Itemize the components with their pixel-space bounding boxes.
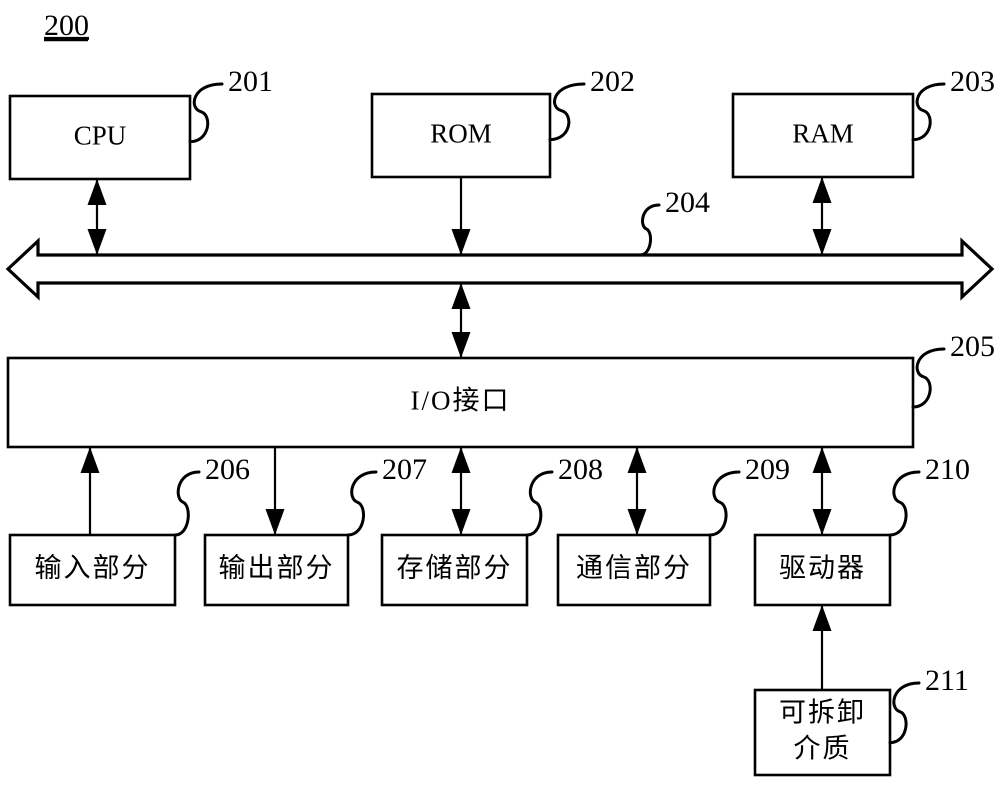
leader-line [911,347,946,409]
block-driver: 驱动器 [753,533,892,607]
reference-number-202: 202 [590,65,635,98]
reference-number-207: 207 [382,453,427,486]
leader-211 [888,681,921,745]
block-cpu: CPU [8,94,192,181]
leader-line [708,470,741,537]
block-label: 输入部分 [35,553,151,583]
arrowhead-up-icon [80,447,100,473]
arrowhead-down-icon [451,229,471,255]
arrowhead-up-icon [451,283,471,309]
block-label-line-1: 可拆卸 [779,698,866,728]
block-storage-part: 存储部分 [380,533,529,607]
connector-bus-io [451,283,471,358]
leader-line [173,470,201,537]
leader-line [911,82,946,142]
block-label: 驱动器 [779,553,866,583]
block-label: ROM [430,119,492,149]
block-input-part: 输入部分 [8,533,177,607]
block-label: I/O接口 [411,386,511,416]
leader-line [188,82,224,144]
block-rom: ROM [370,92,552,179]
reference-number-206: 206 [205,453,250,486]
reference-number-211: 211 [925,664,969,697]
figure-number-label: 200 [44,9,89,42]
reference-number-208: 208 [558,453,603,486]
block-removable-media: 可拆卸介质 [753,688,892,777]
block-label: 通信部分 [576,553,692,583]
connector-rom-bus [451,177,471,255]
block-diagram-canvas: 200 CPU ROM RAM I/O接口输入部分 输出部分 存储部分 通信部分 驱动器可拆卸… [5,9,995,777]
connector-media-driver [812,605,832,690]
leader-202 [548,82,586,142]
block-ram: RAM [731,92,915,179]
arrowhead-down-icon [812,229,832,255]
arrowhead-down-icon [265,509,285,535]
connector-ram-bus [812,177,832,255]
leader-201 [188,82,224,144]
connector-io-driver [812,447,832,535]
block-label: 输出部分 [219,553,335,583]
arrowhead-down-icon [812,509,832,535]
system-bus-group [5,237,995,301]
leader-210 [888,470,921,537]
block-output-part: 输出部分 [203,533,350,607]
leader-line [525,470,554,537]
block-communication-part: 通信部分 [556,533,712,607]
arrowhead-up-icon [812,177,832,203]
reference-number-209: 209 [745,453,790,486]
system-bus-arrow [5,237,995,301]
arrowhead-down-icon [627,509,647,535]
leader-line [346,470,378,537]
connector-io-input [80,447,100,535]
connector-io-output [265,447,285,535]
leader-204 [638,203,661,257]
leader-line [548,82,586,142]
arrowhead-up-icon [812,605,832,631]
arrowhead-up-icon [87,179,107,205]
arrowhead-up-icon [451,447,471,473]
arrowhead-up-icon [627,447,647,473]
block-label-line-2: 介质 [794,734,852,764]
arrowhead-down-icon [87,229,107,255]
leader-208 [525,470,554,537]
leader-line [638,203,661,257]
block-io-interface: I/O接口 [6,356,915,449]
leader-209 [708,470,741,537]
connector-io-communication [627,447,647,535]
arrowhead-down-icon [451,332,471,358]
reference-number-201: 201 [228,65,273,98]
block-label: 存储部分 [397,553,513,583]
reference-number-204: 204 [665,186,710,219]
arrowhead-down-icon [451,509,471,535]
connector-io-storage [451,447,471,535]
reference-number-205: 205 [950,330,995,363]
leader-203 [911,82,946,142]
leader-line [888,681,921,745]
block-label: RAM [792,119,854,149]
connector-cpu-bus [87,179,107,255]
reference-number-210: 210 [925,453,970,486]
leader-205 [911,347,946,409]
block-label: CPU [74,121,127,151]
reference-number-203: 203 [950,65,995,98]
leader-207 [346,470,378,537]
leader-206 [173,470,201,537]
leader-line [888,470,921,537]
arrowhead-up-icon [812,447,832,473]
patent-figure-200: 200 CPU ROM RAM I/O接口输入部分 输出部分 存储部分 通信部分 驱动器可拆卸… [0,0,1000,791]
